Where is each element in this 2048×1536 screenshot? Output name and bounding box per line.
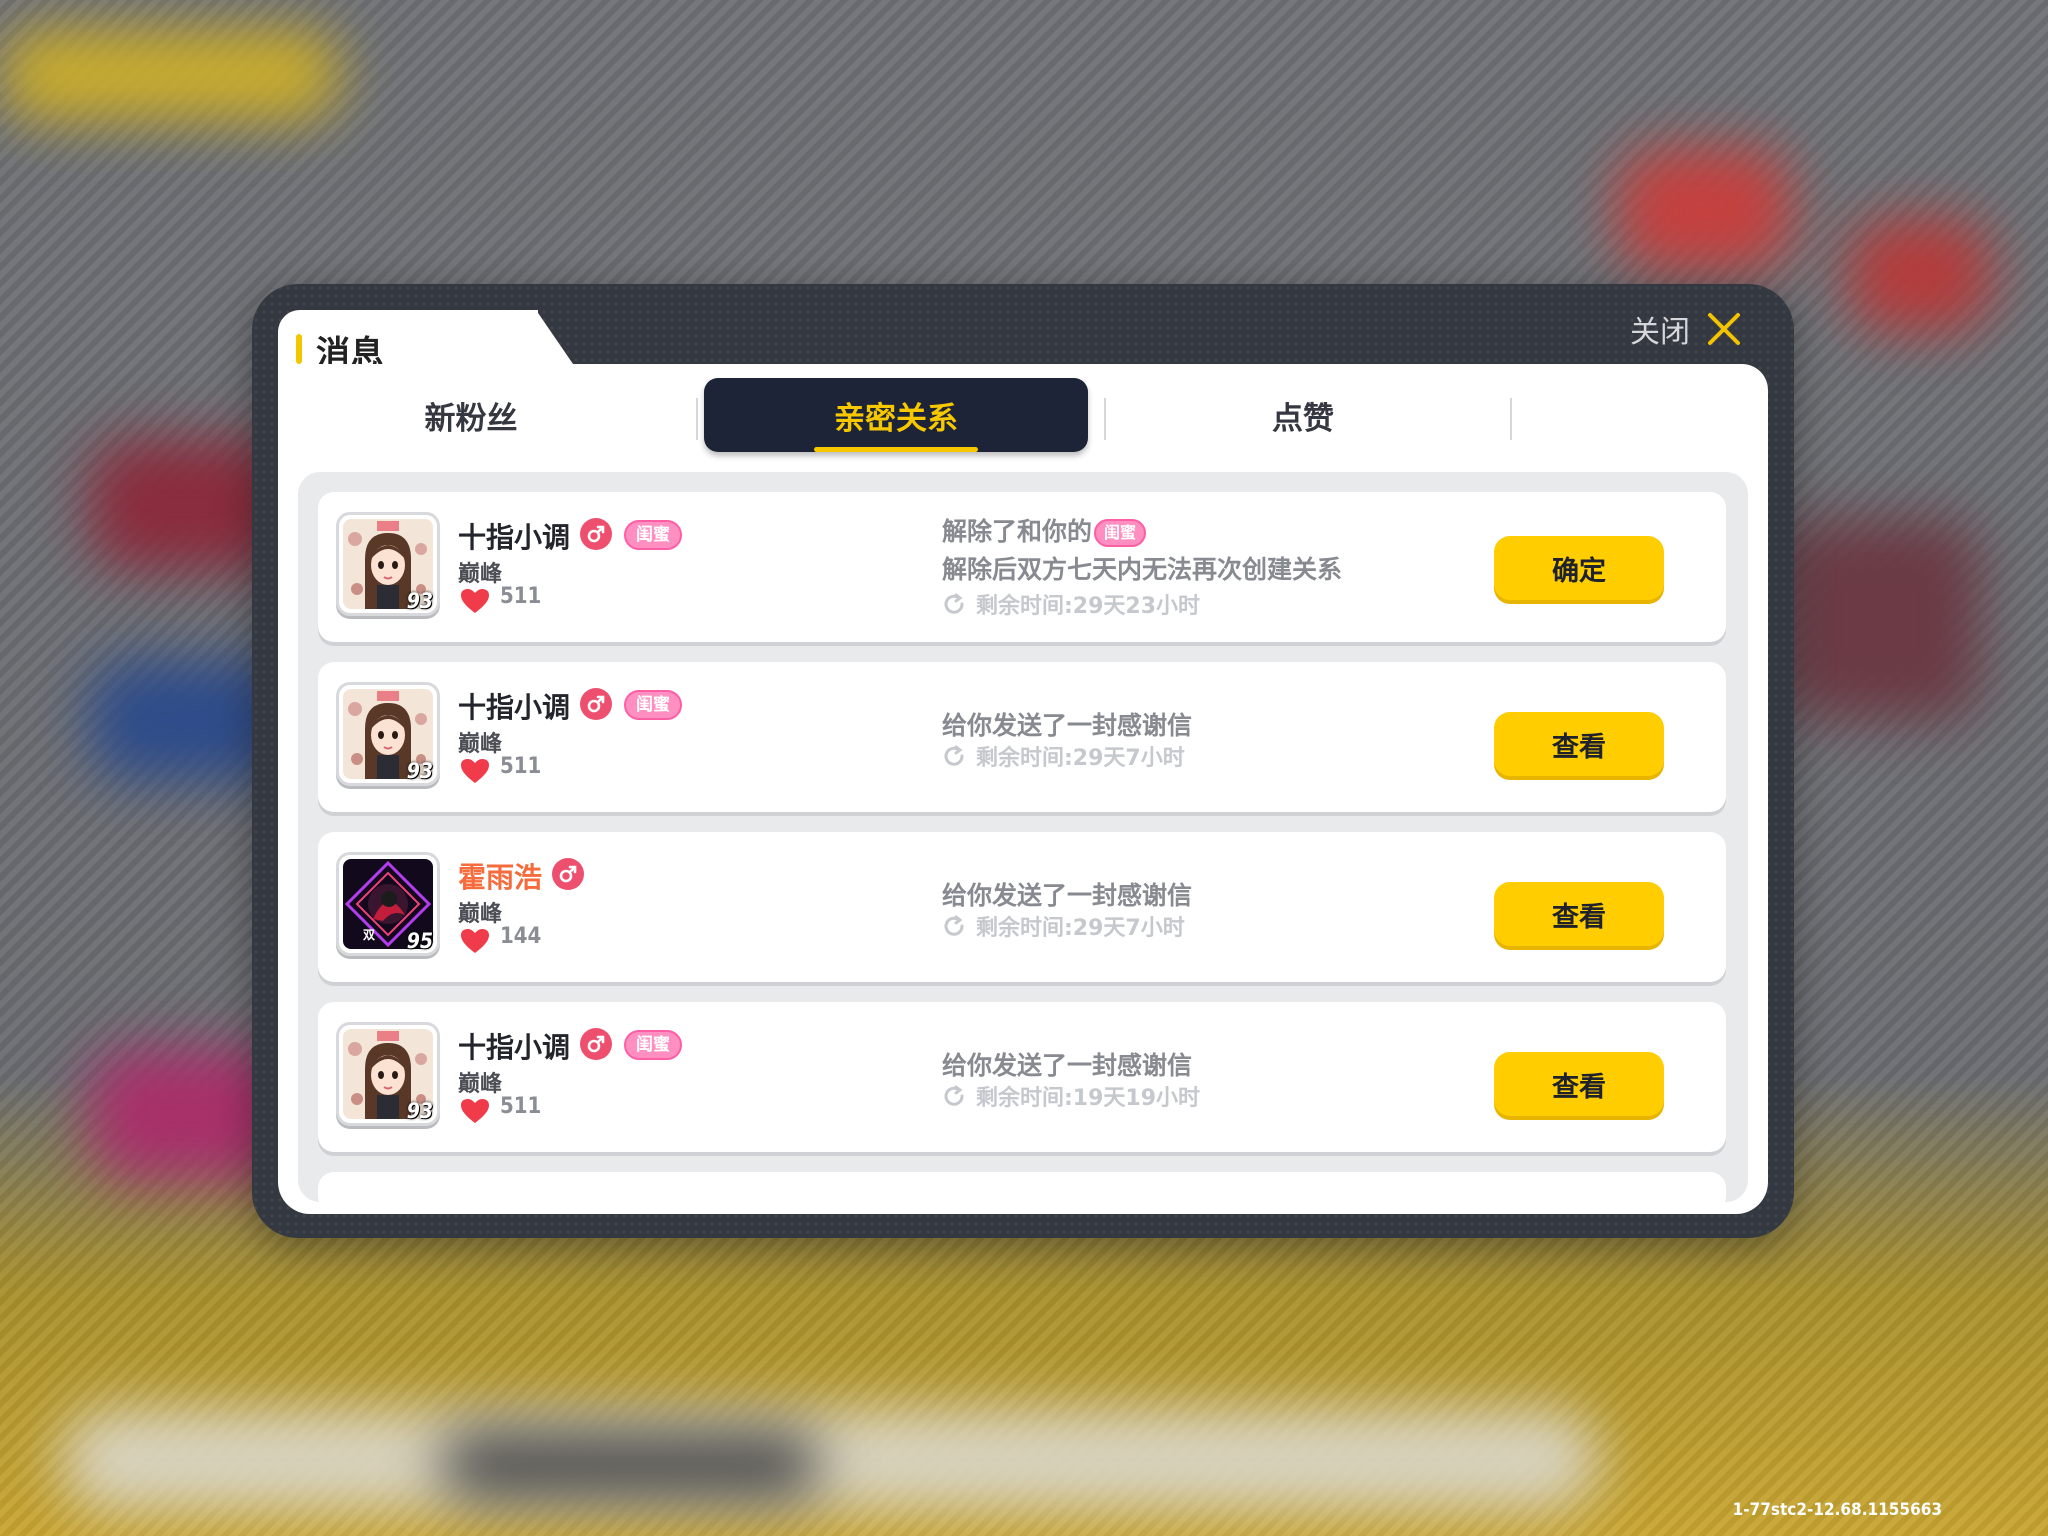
rank-label: 巅峰 [458, 902, 503, 927]
heart-icon [461, 589, 489, 613]
version-label: 1-77stc2-12.68.1155663 [1732, 1500, 1942, 1520]
rank-label: 巅峰 [458, 562, 503, 587]
close-label: 关闭 [1630, 315, 1690, 350]
timer-text: 剩余时间:19天19小时 [976, 1086, 1201, 1111]
timer-text: 剩余时间:29天7小时 [976, 916, 1185, 941]
message-text: 解除了和你的 闺蜜 [942, 512, 1147, 548]
refresh-clock-icon [944, 1085, 964, 1106]
timer: 剩余时间:29天7小时 [942, 910, 1185, 942]
svg-text:双: 双 [363, 928, 375, 942]
heart-count: 511 [500, 1094, 542, 1119]
message-row: 93 十指小调 闺蜜 巅峰 511 给你发送了一封感谢信 剩余时间:19天19小… [318, 1002, 1726, 1152]
timer: 剩余时间:29天23小时 [942, 588, 1200, 620]
title-accent-bar [296, 334, 302, 364]
level-badge: 93 [406, 759, 433, 783]
relation-badge: 闺蜜 [624, 520, 682, 550]
heart-icon [461, 929, 489, 953]
message-relation-badge: 闺蜜 [1094, 519, 1147, 547]
tab-intimate-relations[interactable]: 亲密关系 [704, 378, 1088, 452]
message-list[interactable]: 93 十指小调 闺蜜 巅峰 511 解除了和你的 闺蜜 解除后双方七天内无法再次创… [298, 472, 1748, 1202]
heart-icon [461, 759, 489, 783]
heart-count: 144 [500, 924, 542, 949]
message-dialog: 消息 关闭 新粉丝 亲密关系 点赞 93 十指小调 闺蜜 巅峰 511 解除了和… [252, 284, 1794, 1238]
level-badge: 95 [406, 929, 433, 953]
tab-divider [1104, 398, 1106, 440]
timer: 剩余时间:19天19小时 [942, 1080, 1200, 1112]
user-name[interactable]: 十指小调 [458, 1026, 570, 1066]
view-button[interactable]: 查看 [1494, 712, 1664, 776]
avatar[interactable]: 93 [336, 682, 440, 786]
heart-count: 511 [500, 754, 542, 779]
message-text: 给你发送了一封感谢信 [942, 881, 1193, 910]
refresh-clock-icon [944, 915, 964, 936]
avatar[interactable]: 93 [336, 512, 440, 616]
message-row-partial [318, 1172, 1726, 1202]
content-panel: 新粉丝 亲密关系 点赞 93 十指小调 闺蜜 巅峰 511 解除了和你的 闺蜜 … [278, 364, 1768, 1214]
level-badge: 93 [406, 589, 433, 613]
view-button[interactable]: 查看 [1494, 882, 1664, 946]
view-button[interactable]: 查看 [1494, 1052, 1664, 1116]
timer-text: 剩余时间:29天7小时 [976, 746, 1185, 771]
tab-divider [696, 398, 698, 440]
relation-badge: 闺蜜 [624, 690, 682, 720]
relation-badge: 闺蜜 [624, 1030, 682, 1060]
refresh-clock-icon [944, 745, 964, 766]
avatar[interactable]: 93 [336, 1022, 440, 1126]
rank-label: 巅峰 [458, 1072, 503, 1097]
tab-divider [1510, 398, 1512, 440]
message-row: 双 95 霍雨浩 巅峰 144 给你发送了一封感谢信 剩余时间:29天7小时 查… [318, 832, 1726, 982]
refresh-clock-icon [944, 593, 964, 614]
tab-bar: 新粉丝 亲密关系 点赞 [278, 378, 1768, 454]
male-icon [552, 858, 584, 890]
user-name[interactable]: 霍雨浩 [458, 856, 542, 896]
tab-likes[interactable]: 点赞 [1112, 378, 1494, 452]
close-icon[interactable] [1706, 311, 1742, 347]
confirm-button[interactable]: 确定 [1494, 536, 1664, 600]
close-button[interactable]: 关闭 [1630, 306, 1742, 352]
heart-count: 511 [500, 584, 542, 609]
user-name[interactable]: 十指小调 [458, 516, 570, 556]
user-name[interactable]: 十指小调 [458, 686, 570, 726]
message-line-2: 解除后双方七天内无法再次创建关系 [942, 555, 1343, 584]
message-row: 93 十指小调 闺蜜 巅峰 511 解除了和你的 闺蜜 解除后双方七天内无法再次创… [318, 492, 1726, 642]
heart-icon [461, 1099, 489, 1123]
level-badge: 93 [406, 1099, 433, 1123]
tab-new-fans[interactable]: 新粉丝 [280, 378, 662, 452]
timer-text: 剩余时间:29天23小时 [976, 594, 1201, 619]
timer: 剩余时间:29天7小时 [942, 740, 1185, 772]
avatar[interactable]: 双 95 [336, 852, 440, 956]
message-text: 给你发送了一封感谢信 [942, 1051, 1193, 1080]
male-icon [580, 1028, 612, 1060]
rank-label: 巅峰 [458, 732, 503, 757]
male-icon [580, 518, 612, 550]
male-icon [580, 688, 612, 720]
message-text: 给你发送了一封感谢信 [942, 711, 1193, 740]
message-prefix: 解除了和你的 [942, 517, 1093, 546]
message-row: 93 十指小调 闺蜜 巅峰 511 给你发送了一封感谢信 剩余时间:29天7小时… [318, 662, 1726, 812]
